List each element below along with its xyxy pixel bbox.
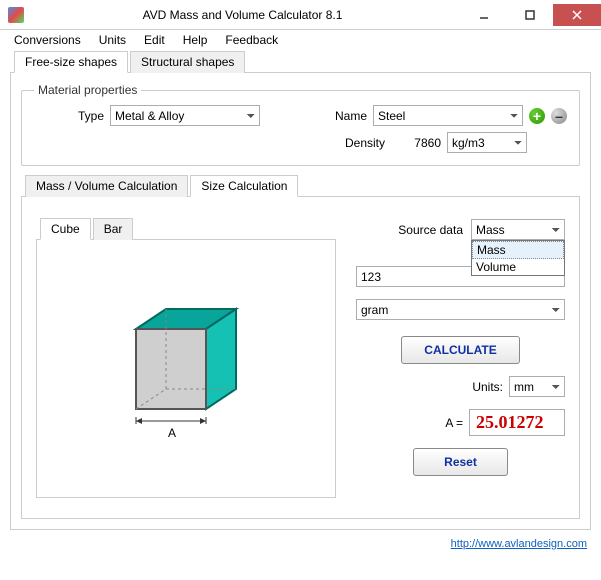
result-var-label: A = [445,416,463,430]
tab-mass-volume[interactable]: Mass / Volume Calculation [25,175,188,197]
menu-conversions[interactable]: Conversions [6,31,89,49]
tab-free-size-shapes[interactable]: Free-size shapes [14,51,128,73]
close-button[interactable] [553,4,601,26]
source-data-select[interactable]: Mass [471,219,565,240]
minimize-button[interactable] [461,4,507,26]
menu-feedback[interactable]: Feedback [217,31,286,49]
source-option-volume[interactable]: Volume [472,259,564,275]
material-properties-group: Material properties Type Metal & Alloy N… [21,83,580,166]
source-data-label: Source data [398,223,463,237]
window-controls [461,4,601,26]
type-select[interactable]: Metal & Alloy [110,105,260,126]
calc-tab-body: Cube Bar [21,197,580,519]
tab-size-calculation[interactable]: Size Calculation [190,175,298,197]
reset-button[interactable]: Reset [413,448,508,476]
shape-tab-cube[interactable]: Cube [40,218,91,240]
right-panel: Source data Mass Mass Volume gram CALCUL… [356,217,565,498]
source-option-mass[interactable]: Mass [472,241,564,259]
name-label: Name [307,109,367,123]
material-legend: Material properties [34,83,141,97]
density-value: 7860 [391,136,441,150]
menu-units[interactable]: Units [91,31,134,49]
density-unit-select[interactable]: kg/m3 [447,132,527,153]
window-title: AVD Mass and Volume Calculator 8.1 [24,8,461,22]
footer: http://www.avlandesign.com [0,534,601,556]
menubar: Conversions Units Edit Help Feedback [0,30,601,50]
maximize-button[interactable] [507,4,553,26]
top-tab-body: Material properties Type Metal & Alloy N… [10,73,591,530]
app-icon [8,7,24,23]
titlebar: AVD Mass and Volume Calculator 8.1 [0,0,601,30]
shape-tab-bar[interactable]: Bar [93,218,134,240]
tab-structural-shapes[interactable]: Structural shapes [130,51,245,73]
footer-link[interactable]: http://www.avlandesign.com [451,538,587,550]
calculate-button[interactable]: CALCULATE [401,336,519,364]
name-select[interactable]: Steel [373,105,523,126]
add-material-icon[interactable]: + [529,108,545,124]
source-unit-select[interactable]: gram [356,299,565,320]
density-label: Density [325,136,385,150]
top-tabs: Free-size shapes Structural shapes [10,50,591,73]
shape-panel: Cube Bar [36,217,336,498]
result-unit-select[interactable]: mm [509,376,565,397]
menu-help[interactable]: Help [175,31,216,49]
result-value: 25.01272 [469,409,565,436]
units-label: Units: [472,380,503,394]
calc-tabs: Mass / Volume Calculation Size Calculati… [21,174,580,197]
menu-edit[interactable]: Edit [136,31,173,49]
source-dropdown-list[interactable]: Mass Volume [471,240,565,276]
shape-diagram: A [36,240,336,498]
dim-label: A [168,426,176,440]
cube-icon: A [96,279,276,459]
remove-material-icon[interactable]: – [551,108,567,124]
type-label: Type [34,109,104,123]
